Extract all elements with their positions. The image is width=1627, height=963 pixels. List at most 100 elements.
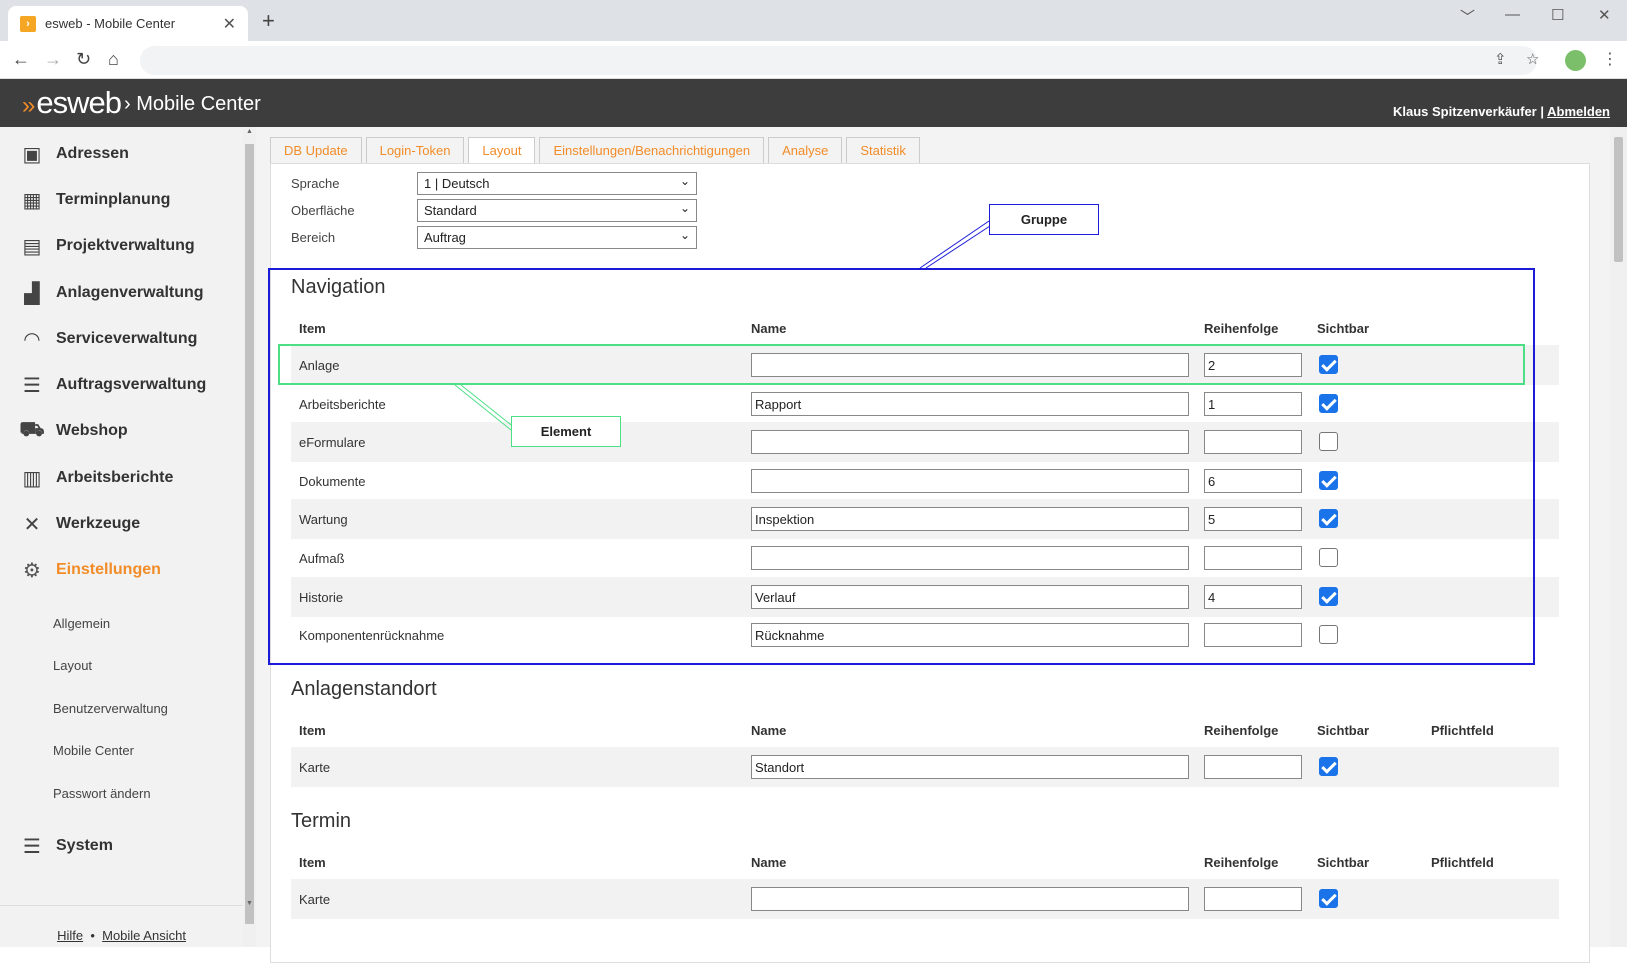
browser-tab[interactable]: › esweb - Mobile Center ✕ bbox=[8, 6, 248, 41]
share-icon[interactable]: ⇪ bbox=[1494, 50, 1507, 68]
bereich-select[interactable]: Auftrag ⌄ bbox=[417, 226, 697, 249]
chevron-down-icon: ⌄ bbox=[679, 228, 690, 242]
logo-chevron-icon: » bbox=[22, 92, 35, 119]
order-input[interactable] bbox=[1204, 755, 1302, 779]
close-tab-icon[interactable]: ✕ bbox=[223, 14, 236, 34]
order-input[interactable] bbox=[1204, 887, 1302, 911]
cart-icon: ⛟ bbox=[19, 418, 45, 441]
sidebar-item-label: Webshop bbox=[56, 422, 128, 439]
sprache-select[interactable]: 1 | Deutsch ⌄ bbox=[417, 172, 697, 195]
sprache-value: 1 | Deutsch bbox=[424, 176, 490, 191]
col-item: Item bbox=[299, 723, 326, 738]
maximize-icon[interactable]: ☐ bbox=[1551, 6, 1564, 24]
gears-icon: ⚙ bbox=[23, 559, 41, 582]
element-highlight-box bbox=[278, 344, 1525, 385]
new-tab-icon[interactable]: + bbox=[262, 10, 275, 32]
profile-avatar[interactable] bbox=[1565, 50, 1586, 71]
forward-icon[interactable]: → bbox=[44, 49, 62, 70]
sidebar-sub-passwort[interactable]: Passwort ändern bbox=[53, 786, 151, 801]
tab-analyse[interactable]: Analyse bbox=[768, 137, 843, 163]
scroll-up-icon[interactable]: ▲ bbox=[246, 128, 253, 135]
page-scrollbar[interactable] bbox=[1610, 127, 1627, 947]
address-bar-row: ← → ↻ ⌂ ⇪ ☆ ⋮ bbox=[0, 41, 1627, 79]
bereich-label: Bereich bbox=[291, 230, 336, 245]
user-bar: Klaus Spitzenverkäufer | Abmelden bbox=[1393, 104, 1610, 119]
sidebar-item-einstellungen[interactable]: ⚙ Einstellungen bbox=[20, 555, 161, 585]
visible-checkbox[interactable] bbox=[1319, 757, 1338, 776]
sidebar-sub-layout[interactable]: Layout bbox=[53, 658, 92, 673]
page-scrollbar-thumb[interactable] bbox=[1614, 137, 1623, 262]
sidebar-item-label: Serviceverwaltung bbox=[56, 330, 198, 347]
home-icon[interactable]: ⌂ bbox=[108, 49, 119, 70]
menu-kebab-icon[interactable]: ⋮ bbox=[1602, 49, 1618, 69]
table-header: Item Name Reihenfolge Sichtbar Pflichtfe… bbox=[291, 723, 1559, 743]
bereich-value: Auftrag bbox=[424, 230, 466, 245]
sidebar: ▣ Adressen ▦ Terminplanung ▤ Projektverwalt… bbox=[0, 127, 256, 947]
minimize-icon[interactable]: — bbox=[1505, 6, 1520, 23]
col-required: Pflichtfeld bbox=[1431, 723, 1494, 738]
sidebar-item-label: Terminplanung bbox=[56, 191, 171, 208]
section-title-termin: Termin bbox=[291, 810, 352, 832]
user-separator: | bbox=[1540, 104, 1545, 119]
sidebar-footer: Hilfe • Mobile Ansicht bbox=[0, 905, 243, 943]
oberflaeche-select[interactable]: Standard ⌄ bbox=[417, 199, 697, 222]
back-icon[interactable]: ← bbox=[12, 49, 30, 70]
section-title-anlagenstandort: Anlagenstandort bbox=[291, 678, 437, 700]
element-callout: Element bbox=[511, 416, 621, 447]
sidebar-scrollbar-thumb[interactable] bbox=[245, 144, 254, 924]
database-icon: ☰ bbox=[23, 835, 41, 858]
sidebar-item-serviceverwaltung[interactable]: ◠ Serviceverwaltung bbox=[20, 324, 197, 354]
sidebar-item-werkzeuge[interactable]: ✕ Werkzeuge bbox=[20, 509, 141, 539]
tab-db-update[interactable]: DB Update bbox=[270, 137, 362, 163]
help-link[interactable]: Hilfe bbox=[57, 928, 83, 943]
name-input[interactable] bbox=[751, 887, 1189, 911]
close-window-icon[interactable]: ✕ bbox=[1598, 6, 1611, 24]
address-book-icon: ▣ bbox=[22, 143, 42, 166]
chevron-down-icon: ⌄ bbox=[679, 174, 690, 188]
scroll-down-icon[interactable]: ▼ bbox=[246, 900, 253, 907]
chevron-down-icon: ⌄ bbox=[679, 201, 690, 215]
page-title: › Mobile Center bbox=[124, 93, 261, 116]
esweb-logo[interactable]: »esweb bbox=[22, 85, 122, 121]
sidebar-sub-benutzerverwaltung[interactable]: Benutzerverwaltung bbox=[53, 701, 168, 716]
visible-checkbox[interactable] bbox=[1319, 889, 1338, 908]
sidebar-sub-mobile-center[interactable]: Mobile Center bbox=[53, 743, 134, 758]
sidebar-item-terminplanung[interactable]: ▦ Terminplanung bbox=[20, 185, 171, 215]
col-required: Pflichtfeld bbox=[1431, 855, 1494, 870]
sidebar-item-arbeitsberichte[interactable]: ▥ Arbeitsberichte bbox=[20, 463, 174, 493]
col-item: Item bbox=[299, 855, 326, 870]
group-highlight-box bbox=[268, 268, 1535, 665]
headset-icon: ◠ bbox=[24, 328, 40, 351]
favicon-icon: › bbox=[20, 15, 36, 32]
oberflaeche-label: Oberfläche bbox=[291, 203, 355, 218]
sidebar-item-webshop[interactable]: ⛟ Webshop bbox=[19, 416, 128, 446]
sidebar-item-anlagenverwaltung[interactable]: ▟ Anlagenverwaltung bbox=[20, 278, 203, 308]
clipboard-icon: ▥ bbox=[22, 467, 42, 490]
sidebar-item-projektverwaltung[interactable]: ▤ Projektverwaltung bbox=[20, 231, 195, 261]
row-item-label: Karte bbox=[299, 892, 331, 907]
name-input[interactable]: Standort bbox=[751, 755, 1189, 779]
tab-einstellungen-benachrichtigungen[interactable]: Einstellungen/Benachrichtigungen bbox=[539, 137, 765, 163]
sidebar-item-adressen[interactable]: ▣ Adressen bbox=[20, 139, 129, 169]
sidebar-item-system[interactable]: ☰ System bbox=[20, 831, 113, 861]
reload-icon[interactable]: ↻ bbox=[76, 49, 91, 70]
browser-tabstrip: › esweb - Mobile Center ✕ + ﹀ — ☐ ✕ bbox=[0, 0, 1627, 41]
tab-statistik[interactable]: Statistik bbox=[846, 137, 920, 163]
col-visible: Sichtbar bbox=[1317, 855, 1370, 870]
tab-search-icon[interactable]: ﹀ bbox=[1460, 6, 1475, 27]
sidebar-item-auftragsverwaltung[interactable]: ☰ Auftragsverwaltung bbox=[20, 370, 206, 400]
col-visible: Sichtbar bbox=[1317, 723, 1370, 738]
tab-layout[interactable]: Layout bbox=[468, 137, 536, 163]
sidebar-sub-allgemein[interactable]: Allgemein bbox=[53, 616, 110, 631]
tab-login-token[interactable]: Login-Token bbox=[365, 137, 465, 163]
sprache-label: Sprache bbox=[291, 176, 340, 191]
oberflaeche-value: Standard bbox=[424, 203, 477, 218]
logout-link[interactable]: Abmelden bbox=[1547, 104, 1610, 119]
footer-separator: • bbox=[90, 928, 95, 943]
mobile-view-link[interactable]: Mobile Ansicht bbox=[102, 928, 186, 943]
user-name: Klaus Spitzenverkäufer bbox=[1392, 104, 1537, 119]
star-icon[interactable]: ☆ bbox=[1526, 50, 1539, 68]
title-separator-icon: › bbox=[124, 93, 131, 115]
gantt-icon: ▤ bbox=[22, 235, 42, 258]
omnibox[interactable]: ⇪ ☆ bbox=[140, 46, 1539, 75]
